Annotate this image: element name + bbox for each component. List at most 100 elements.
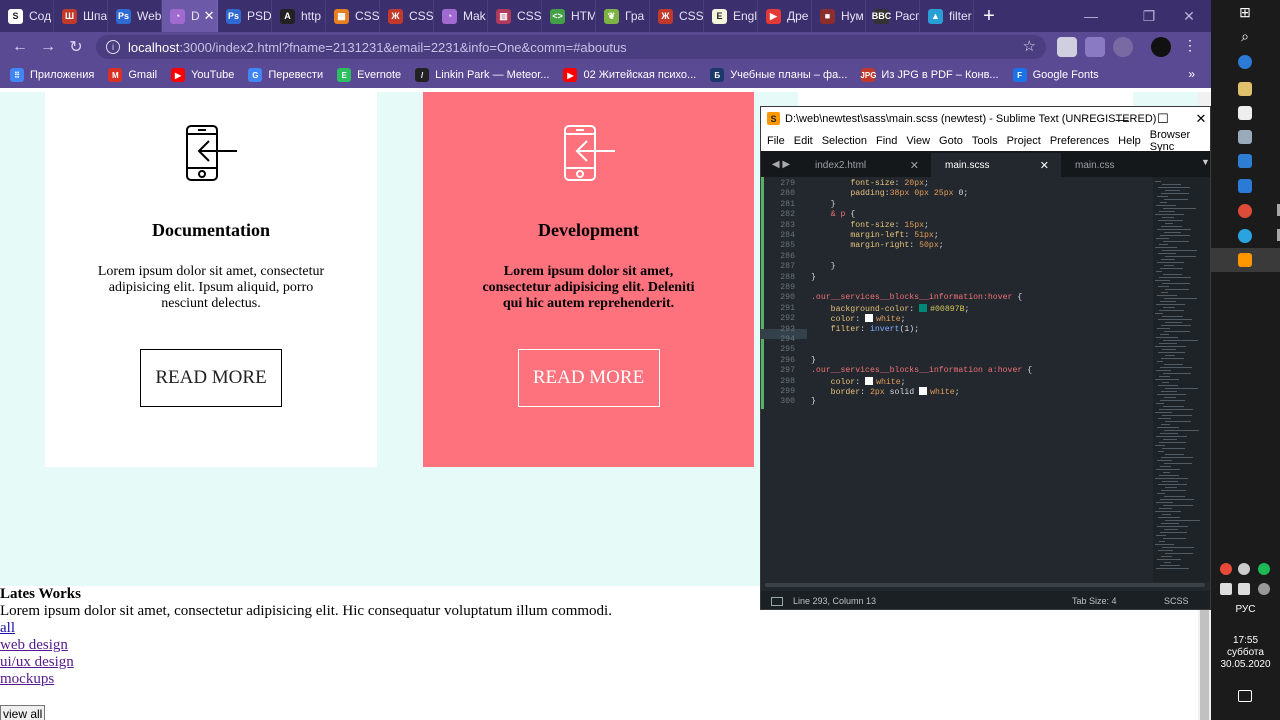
browser-tab[interactable]: BBC Расп — [866, 0, 920, 32]
language-indicator[interactable]: РУС — [1211, 604, 1280, 615]
sublime-text-window[interactable]: S D:\web\newtest\sass\main.scss (newtest… — [760, 106, 1211, 610]
browser-tab[interactable]: Ahttp — [272, 0, 326, 32]
clock[interactable]: 17:55 суббота 30.05.2020 — [1211, 635, 1280, 671]
browser-tab[interactable]: ▦ CSS — [326, 0, 380, 32]
filter-link-web-design[interactable]: web design — [0, 637, 1200, 654]
browser-tab[interactable]: Ж CSS — [650, 0, 704, 32]
sublime-menu-item[interactable]: Help — [1118, 135, 1141, 147]
bookmark-item[interactable]: ▶ 02 Житейская психо... — [563, 68, 696, 82]
tab-dropdown-icon[interactable]: ▼ — [1201, 157, 1210, 167]
bookmark-item[interactable]: F Google Fonts — [1012, 68, 1099, 82]
sublime-menu-item[interactable]: Browser Sync — [1150, 129, 1203, 153]
bookmark-item[interactable]: M Gmail — [108, 68, 157, 82]
vscode-icon[interactable] — [1238, 154, 1252, 168]
bookmark-star-icon[interactable]: ☆ — [1023, 37, 1036, 55]
tab-nav-arrows[interactable]: ◀ ▶ — [761, 151, 801, 177]
filter-link-all[interactable]: all — [0, 620, 1200, 637]
read-more-button[interactable]: READ MORE — [517, 349, 660, 407]
address-bar[interactable]: i localhost:3000/index2.html?fname=21312… — [96, 35, 1046, 59]
telegram-icon[interactable] — [1238, 229, 1252, 243]
restore-button[interactable]: ❐ — [1129, 0, 1169, 32]
bookmark-item[interactable]: G Перевести — [248, 68, 323, 82]
search-icon[interactable]: ⌕ — [1233, 24, 1257, 48]
sublime-minimize-button[interactable]: — — [1104, 107, 1140, 131]
volume-icon[interactable] — [1220, 583, 1232, 595]
menu-kebab-icon[interactable]: ⋮ — [1183, 37, 1197, 57]
chrome-icon[interactable] — [1238, 204, 1252, 218]
browser-tab[interactable]: S Сод — [0, 0, 54, 32]
bookmark-item[interactable]: ▶ YouTube — [171, 68, 234, 82]
battery-icon[interactable] — [1238, 583, 1250, 595]
panel-toggle-icon[interactable] — [771, 596, 783, 606]
browser-tab[interactable]: ◔ Mak — [434, 0, 488, 32]
browser-tab[interactable]: Ps Web — [108, 0, 162, 32]
filter-link-mockups[interactable]: mockups — [0, 671, 1200, 688]
sublime-menu-item[interactable]: Tools — [972, 135, 998, 147]
sublime-menu-item[interactable]: Find — [876, 135, 897, 147]
browser-tab[interactable]: ■ Нум — [812, 0, 866, 32]
wifi-icon[interactable] — [1258, 583, 1270, 595]
filter-link-uiux-design[interactable]: ui/ux design — [0, 654, 1200, 671]
browser-tab[interactable]: Ps PSD — [218, 0, 272, 32]
code-editor[interactable]: 279 font-size: 20px; 280 padding:38px 0px… — [761, 177, 1153, 577]
browser-tab[interactable]: <> HTM — [542, 0, 596, 32]
sublime-menu-item[interactable]: View — [906, 135, 930, 147]
file-explorer-icon[interactable] — [1238, 82, 1252, 96]
back-button[interactable]: ← — [6, 33, 34, 61]
sublime-menu-item[interactable]: Project — [1007, 135, 1041, 147]
browser-tab[interactable]: Ш Шпа — [54, 0, 108, 32]
browser-tab[interactable]: ◔ D ✕ — [162, 0, 218, 32]
sublime-menu-item[interactable]: Goto — [939, 135, 963, 147]
edge-icon[interactable] — [1238, 55, 1252, 69]
close-window-button[interactable]: ✕ — [1169, 0, 1209, 32]
store-icon[interactable] — [1238, 106, 1252, 120]
bookmark-item[interactable]: Б Учебные планы – фа... — [710, 68, 847, 82]
bookmark-item[interactable]: / Linkin Park — Meteor... — [415, 68, 549, 82]
browser-tab[interactable]: ▥ CSS — [488, 0, 542, 32]
editor-tab-main-scss[interactable]: main.scss ✕ — [931, 153, 1061, 177]
reload-button[interactable]: ↻ — [62, 33, 90, 61]
browser-tab[interactable]: ▶ Дре — [758, 0, 812, 32]
read-more-button[interactable]: READ MORE — [140, 349, 282, 407]
editor-tab-main-css[interactable]: main.css — [1061, 153, 1191, 177]
info-icon[interactable]: i — [106, 40, 120, 54]
editor-tab-index2[interactable]: index2.html ✕ — [801, 153, 931, 177]
sublime-close-button[interactable]: ✕ — [1183, 107, 1210, 131]
bookmark-item[interactable]: JPG Из JPG в PDF – Конв... — [860, 68, 999, 82]
sublime-menu-item[interactable]: Preferences — [1050, 135, 1109, 147]
start-windows-icon[interactable]: ⊞ — [1233, 0, 1257, 24]
tab-close-icon[interactable]: ✕ — [1040, 159, 1049, 172]
sublime-menu-item[interactable]: Selection — [822, 135, 867, 147]
editor-horizontal-scrollbar[interactable] — [765, 583, 1205, 587]
minimize-button[interactable]: — — [1071, 0, 1111, 32]
tray-cloud-icon[interactable] — [1238, 563, 1250, 575]
bookmark-item[interactable]: ⠿ Приложения — [10, 68, 94, 82]
view-all-button[interactable]: view all — [0, 705, 46, 720]
new-tab-button[interactable]: + — [974, 5, 1004, 28]
spotify-icon[interactable] — [1258, 563, 1270, 575]
service-card-documentation[interactable]: Documentation Lorem ipsum dolor sit amet… — [45, 92, 377, 467]
browser-tab[interactable]: ▲ filter — [920, 0, 974, 32]
extension-block-icon[interactable] — [1113, 37, 1133, 57]
tab-close-icon[interactable]: ✕ — [204, 8, 215, 24]
syntax-mode[interactable]: SCSS — [1164, 596, 1189, 606]
mail-icon[interactable] — [1238, 179, 1252, 193]
tab-size[interactable]: Tab Size: 4 — [1072, 596, 1117, 606]
bookmark-item[interactable]: E Evernote — [337, 68, 401, 82]
tab-close-icon[interactable]: ✕ — [910, 159, 919, 172]
minimap[interactable] — [1153, 177, 1210, 582]
notifications-icon[interactable] — [1238, 690, 1252, 702]
profile-avatar[interactable] — [1151, 37, 1171, 57]
service-card-development[interactable]: Development Lorem ipsum dolor sit amet, … — [423, 92, 754, 467]
app-icon[interactable] — [1238, 130, 1252, 144]
sublime-menu-item[interactable]: Edit — [794, 135, 813, 147]
sublime-maximize-button[interactable]: ☐ — [1145, 107, 1181, 131]
browser-tab[interactable]: Ж CSS — [380, 0, 434, 32]
bookmarks-overflow-button[interactable]: » — [1188, 67, 1195, 81]
extension-icon[interactable] — [1057, 37, 1077, 57]
extension-pen-icon[interactable] — [1085, 37, 1105, 57]
browser-tab[interactable]: ❦ Гра — [596, 0, 650, 32]
forward-button[interactable]: → — [34, 33, 62, 61]
sublime-taskbar-icon[interactable] — [1238, 253, 1252, 267]
browser-tab[interactable]: E Engl — [704, 0, 758, 32]
